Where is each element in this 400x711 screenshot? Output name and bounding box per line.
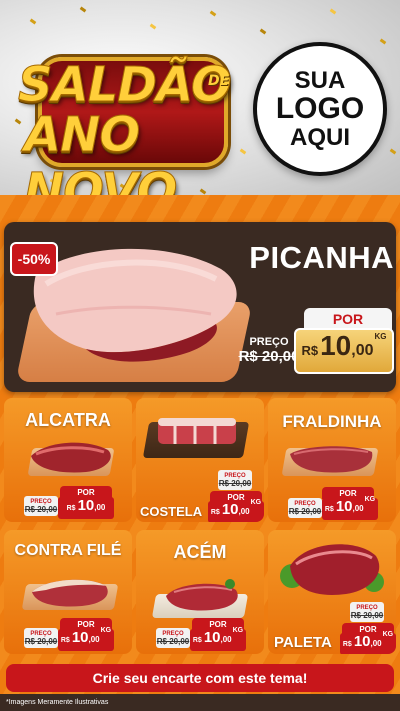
new-price-tag: R$ 10 ,00 KG [294,328,394,374]
confetti-decoration [329,8,337,15]
new-price-tag: R$ 10 ,00 KG [208,499,264,522]
new-price: 10 [221,501,239,518]
header-banner: SALDÃO DE ANO NOVO SUA LOGO AQUI [0,0,400,205]
featured-product-name: PICANHA [249,240,394,275]
confetti-decoration [149,23,157,30]
price-cents: ,00 [220,635,232,644]
new-price: 10 [77,497,95,514]
unit-label: KG [232,627,244,634]
price-cents: ,00 [352,504,364,513]
new-price-tag: R$ 10 ,00 KG [340,631,396,654]
product-card-contra-file: CONTRA FILÉ PREÇO R$ 20,00 POR R$ 10 ,00… [4,530,132,654]
product-card-paleta: PREÇO R$ 20,00 POR R$ 10 ,00 KG PALETA [268,530,396,654]
disclaimer-text: *Imagens Meramente Ilustrativas [0,694,400,711]
new-price-tag: R$ 10 ,00 KG [190,627,246,651]
currency-symbol: R$ [192,637,202,644]
new-price-tag: R$ 10 ,00 KG [322,496,378,520]
product-card-costela: PREÇO R$ 20,00 POR R$ 10 ,00 KG COSTELA [136,398,264,522]
currency-symbol: R$ [210,509,220,516]
new-price: 10 [320,330,352,361]
old-price: R$ 20,00 [24,636,58,646]
unit-label: KG [382,631,394,638]
old-price: R$ 20,00 [238,347,300,365]
confetti-decoration [389,148,397,155]
new-price: 10 [203,629,221,646]
currency-symbol: R$ [66,505,76,512]
por-label: POR [304,308,392,330]
costela-meat-image [158,418,236,444]
create-flyer-button[interactable]: Crie seu encarte com este tema! [6,664,394,692]
featured-product-card: PICANHA PREÇO R$ 20,00 POR R$ 10 ,00 KG [4,222,396,392]
logo-text-line-1: SUA [294,67,346,95]
old-price: R$ 20,00 [156,636,190,646]
confetti-decoration [29,18,37,25]
alcatra-meat-image [31,442,111,473]
price-cents: ,00 [88,635,100,644]
preco-label: PREÇO [249,335,289,348]
title-line-1: SALDÃO [18,57,233,114]
logo-placeholder: SUA LOGO AQUI [253,42,387,176]
new-price: 10 [335,498,353,515]
product-card-alcatra: ALCATRA PREÇO R$ 20,00 POR R$ 10 ,00 [4,398,132,522]
unit-label: KG [250,499,262,506]
old-price-tag: PREÇO R$ 20,00 [24,628,58,648]
old-price: R$ 20,00 [350,610,384,620]
product-name: CONTRA FILÉ [14,542,122,559]
title-line-2: ANO NOVO [24,107,178,206]
old-price-tag: PREÇO R$ 20,00 [156,628,190,648]
unit-label: KG [100,627,112,634]
old-price-tag: PREÇO R$ 20,00 [238,330,300,370]
price-cents: ,00 [94,503,106,512]
product-name: ALCATRA [25,410,111,430]
discount-badge: -50% [10,242,58,276]
confetti-decoration [79,6,87,13]
currency-symbol: R$ [342,641,352,648]
currency-symbol: R$ [324,506,334,513]
old-price: R$ 20,00 [24,504,58,514]
acem-meat-image [166,579,238,611]
currency-symbol: R$ [60,637,70,644]
old-price: R$ 20,00 [218,478,252,488]
unit-label: KG [374,332,387,341]
new-price-tag: R$ 10 ,00 [58,497,114,519]
title-de: DE [208,73,230,89]
confetti-decoration [379,38,387,45]
product-name: COSTELA [140,504,203,519]
new-price-tag: R$ 10 ,00 KG [58,627,114,651]
confetti-decoration [209,10,217,17]
product-card-fraldinha: FRALDINHA PREÇO R$ 20,00 POR R$ 10 ,00 K… [268,398,396,522]
logo-text-line-3: AQUI [290,123,350,151]
logo-text-line-2: LOGO [275,92,365,126]
product-name: ACÉM [173,542,227,562]
price-cents: ,00 [351,342,374,359]
old-price-tag: PREÇO R$ 20,00 [350,602,384,622]
price-cents: ,00 [370,639,382,648]
price-cents: ,00 [238,507,250,516]
contra-file-meat-image [32,579,108,607]
product-name: FRALDINHA [282,412,382,431]
old-price-tag: PREÇO R$ 20,00 [288,498,322,518]
confetti-decoration [259,28,267,35]
new-price: 10 [353,633,371,650]
new-price: 10 [71,629,89,646]
product-card-acem: ACÉM PREÇO R$ 20,00 POR R$ 10 ,00 KG [136,530,264,654]
old-price-tag: PREÇO R$ 20,00 [24,496,58,516]
product-name: PALETA [274,634,332,651]
currency-symbol: R$ [301,343,319,358]
promo-title-badge: SALDÃO DE ANO NOVO [10,45,242,206]
fraldinha-meat-image [290,446,373,473]
unit-label: KG [364,496,376,503]
old-price: R$ 20,00 [288,506,322,516]
paleta-meat-image [280,544,384,595]
old-price-tag: PREÇO R$ 20,00 [218,470,252,490]
